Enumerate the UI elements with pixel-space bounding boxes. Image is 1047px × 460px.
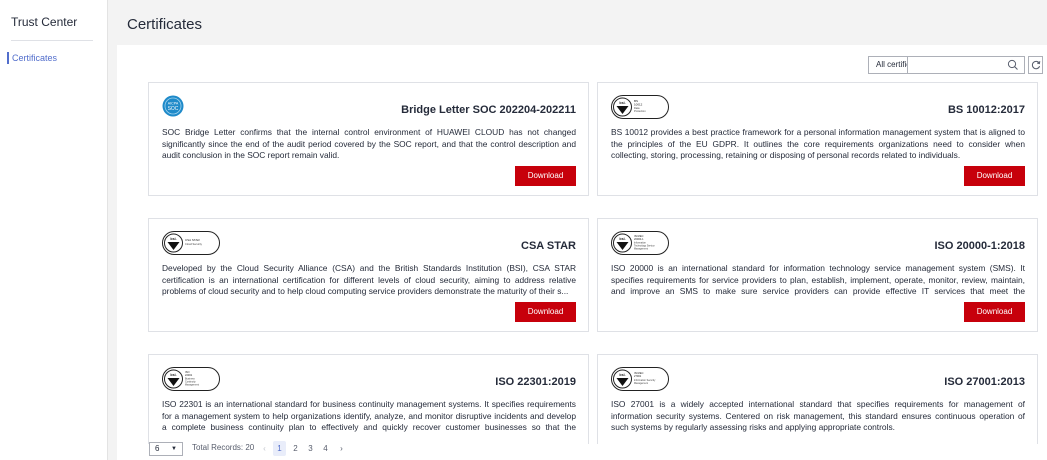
bsi-certification-logo: bsi. CSA STAR Cloud Security bbox=[162, 231, 220, 255]
bsi-certification-logo: bsi. ISO 22301 Business Continuity Manag… bbox=[162, 367, 220, 391]
card-title: ISO 20000-1:2018 bbox=[934, 240, 1025, 252]
svg-text:bsi.: bsi. bbox=[619, 101, 625, 105]
refresh-button[interactable] bbox=[1028, 56, 1043, 74]
search-icon[interactable] bbox=[1007, 59, 1019, 71]
card-description: BS 10012 provides a best practice framew… bbox=[611, 127, 1025, 161]
page-title: Certificates bbox=[127, 16, 203, 33]
page-button-1[interactable]: 1 bbox=[273, 441, 286, 456]
previous-page-button[interactable]: ‹ bbox=[258, 441, 271, 456]
sidebar-divider bbox=[11, 40, 93, 41]
svg-text:20000-1: 20000-1 bbox=[634, 237, 644, 241]
bsi-certification-logo: bsi. BS 10012 Data Protection bbox=[611, 95, 669, 119]
svg-text:AICPA: AICPA bbox=[168, 102, 179, 106]
svg-text:22301: 22301 bbox=[185, 373, 193, 377]
card-title: Bridge Letter SOC 202204-202211 bbox=[401, 104, 576, 116]
page-button-3[interactable]: 3 bbox=[304, 441, 317, 456]
sidebar-item-certificates[interactable]: Certificates bbox=[0, 50, 107, 66]
svg-text:Management: Management bbox=[634, 248, 648, 251]
card-description: SOC Bridge Letter confirms that the inte… bbox=[162, 127, 576, 161]
certificate-card: bsi. ISO/IEC 27001 Information Security … bbox=[597, 354, 1038, 444]
certificate-card: bsi. ISO/IEC 20000-1 Information Technol… bbox=[597, 218, 1038, 332]
svg-text:27001: 27001 bbox=[634, 374, 642, 378]
download-button[interactable]: Download bbox=[515, 302, 576, 322]
svg-text:CSA STAR: CSA STAR bbox=[185, 238, 200, 242]
svg-text:bsi.: bsi. bbox=[619, 373, 625, 377]
svg-text:bsi.: bsi. bbox=[170, 237, 176, 241]
sidebar-title: Trust Center bbox=[11, 15, 78, 29]
page-size-value: 6 bbox=[155, 444, 160, 453]
certificate-card: bsi. BS 10012 Data Protection BS 10012:2… bbox=[597, 82, 1038, 196]
svg-text:Protection: Protection bbox=[634, 109, 646, 113]
page-button-2[interactable]: 2 bbox=[289, 441, 302, 456]
aicpa-soc-logo: AICPA SOC bbox=[162, 95, 184, 117]
search-box[interactable] bbox=[907, 56, 1025, 74]
chevron-down-icon: ▼ bbox=[171, 446, 177, 452]
certificate-card: AICPA SOC Bridge Letter SOC 202204-20221… bbox=[148, 82, 589, 196]
card-description: ISO 20000 is an international standard f… bbox=[611, 263, 1025, 299]
svg-text:Management: Management bbox=[185, 384, 199, 387]
certificate-card: bsi. ISO 22301 Business Continuity Manag… bbox=[148, 354, 589, 444]
card-title: ISO 27001:2013 bbox=[944, 376, 1025, 388]
card-title: BS 10012:2017 bbox=[947, 104, 1025, 116]
next-page-button[interactable]: › bbox=[335, 441, 348, 456]
svg-text:bsi.: bsi. bbox=[619, 237, 625, 241]
card-description: ISO 27001 is a widely accepted internati… bbox=[611, 399, 1025, 433]
search-input[interactable] bbox=[908, 57, 1004, 73]
bsi-certification-logo: bsi. ISO/IEC 27001 Information Security … bbox=[611, 367, 669, 391]
card-description: Developed by the Cloud Security Alliance… bbox=[162, 263, 576, 297]
download-button[interactable]: Download bbox=[515, 166, 576, 186]
card-title: CSA STAR bbox=[521, 240, 576, 252]
svg-text:Management: Management bbox=[634, 382, 648, 385]
page-size-select[interactable]: 6 ▼ bbox=[149, 442, 183, 456]
page-button-4[interactable]: 4 bbox=[319, 441, 332, 456]
card-title: ISO 22301:2019 bbox=[495, 376, 576, 388]
refresh-icon bbox=[1031, 60, 1041, 70]
bsi-certification-logo: bsi. ISO/IEC 20000-1 Information Technol… bbox=[611, 231, 669, 255]
download-button[interactable]: Download bbox=[964, 302, 1025, 322]
svg-text:bsi.: bsi. bbox=[170, 373, 176, 377]
page-header: Certificates bbox=[108, 0, 1047, 45]
total-records-label: Total Records: 20 bbox=[192, 443, 255, 452]
svg-text:SOC: SOC bbox=[168, 106, 179, 112]
svg-text:10012: 10012 bbox=[634, 103, 643, 107]
certificate-card: bsi. CSA STAR Cloud Security CSA STAR De… bbox=[148, 218, 589, 332]
svg-text:Cloud Security: Cloud Security bbox=[185, 242, 203, 246]
download-button[interactable]: Download bbox=[964, 166, 1025, 186]
card-description: ISO 22301 is an international standard f… bbox=[162, 399, 576, 435]
sidebar: Trust Center Certificates bbox=[0, 0, 108, 460]
